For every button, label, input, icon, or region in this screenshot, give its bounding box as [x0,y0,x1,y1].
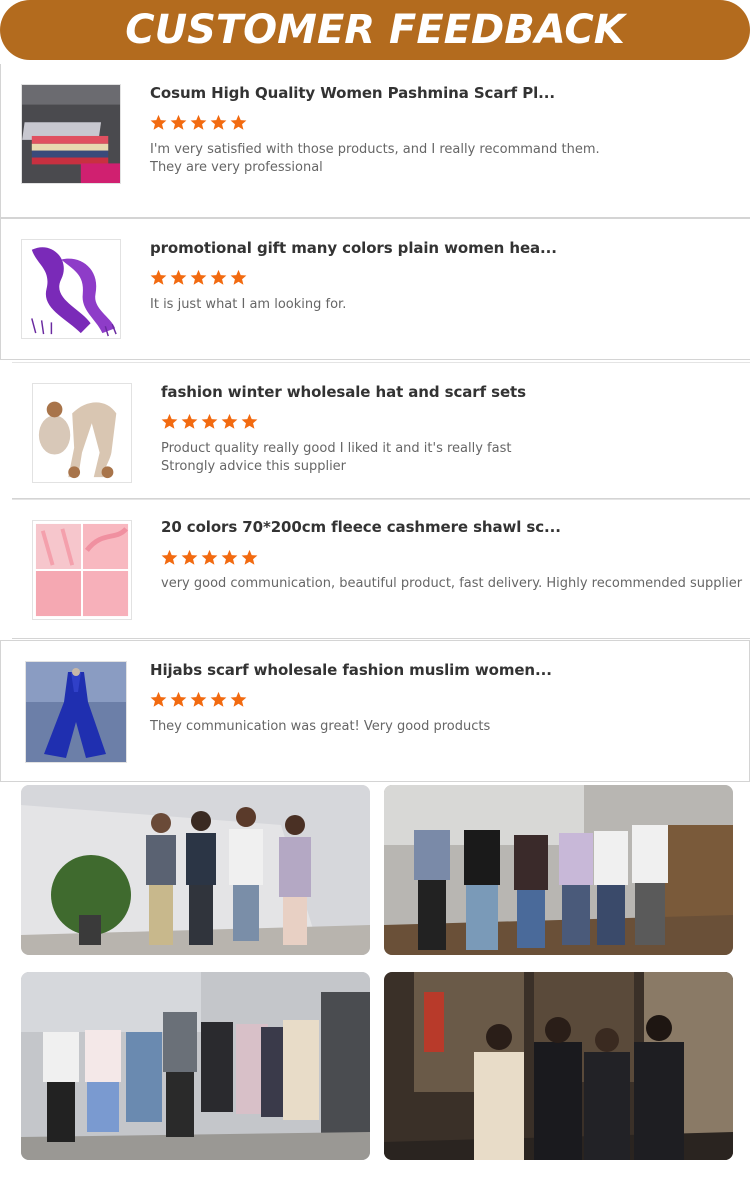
star-rating [150,114,247,131]
star-icon [201,413,218,429]
star-icon [210,114,227,130]
star-rating [150,269,247,286]
star-icon [190,691,207,707]
comment-line: They communication was great! Very good … [150,719,491,734]
star-icon [221,549,238,565]
team-photo-mall-entrance [384,972,733,1160]
star-icon [210,269,227,285]
comment-line: I'm very satisfied with those products, … [150,142,600,157]
star-icon [181,549,198,565]
review-comment: I'm very satisfied with those products, … [150,141,600,177]
hat-scarf-set-image [33,384,131,482]
star-rating [161,549,258,566]
product-thumbnail-purple-scarf[interactable] [21,239,121,339]
star-icon [170,269,187,285]
review-comment: very good communication, beautiful produ… [161,575,742,593]
blue-hijab-image [26,662,126,762]
folded-scarves-image [22,85,120,183]
review-card[interactable]: 20 colors 70*200cm fleece cashmere shawl… [12,499,750,639]
pink-shawl-image [33,521,131,619]
product-title[interactable]: Cosum High Quality Women Pashmina Scarf … [150,84,555,102]
star-icon [150,269,167,285]
team-group-photo [384,972,733,1160]
team-photo-cosum-logo-wall [21,972,370,1160]
team-group-photo [21,785,370,955]
purple-scarf-image [22,240,120,338]
star-icon [221,413,238,429]
team-photo-cosum-lobby [384,785,733,955]
star-icon [161,549,178,565]
star-icon [150,691,167,707]
star-icon [181,413,198,429]
team-group-photo [21,972,370,1160]
product-title[interactable]: fashion winter wholesale hat and scarf s… [161,383,526,401]
star-rating [161,413,258,430]
star-rating [150,691,247,708]
team-group-photo [384,785,733,955]
review-comment: They communication was great! Very good … [150,718,490,736]
star-icon [150,114,167,130]
star-icon [190,269,207,285]
star-icon [170,114,187,130]
star-icon [241,549,258,565]
star-icon [170,691,187,707]
review-comment: Product quality really good I liked it a… [161,440,511,476]
review-card[interactable]: Cosum High Quality Women Pashmina Scarf … [0,64,750,218]
review-card[interactable]: Hijabs scarf wholesale fashion muslim wo… [0,640,750,782]
star-icon [210,691,227,707]
star-icon [241,413,258,429]
review-card[interactable]: fashion winter wholesale hat and scarf s… [12,362,750,499]
star-icon [230,269,247,285]
comment-line: very good communication, beautiful produ… [161,576,743,591]
review-comment: It is just what I am looking for. [150,296,346,314]
product-thumbnail-hat-scarf[interactable] [32,383,132,483]
star-icon [161,413,178,429]
product-title[interactable]: Hijabs scarf wholesale fashion muslim wo… [150,661,552,679]
product-thumbnail-pink-shawl[interactable] [32,520,132,620]
comment-line: Strongly advice this supplier [161,459,347,474]
comment-line: It is just what I am looking for. [150,297,347,312]
feedback-banner: CUSTOMER FEEDBACK [0,0,750,60]
star-icon [230,691,247,707]
star-icon [201,549,218,565]
product-thumbnail-scarves[interactable] [21,84,121,184]
product-title[interactable]: 20 colors 70*200cm fleece cashmere shawl… [161,518,561,536]
product-title[interactable]: promotional gift many colors plain women… [150,239,557,257]
product-thumbnail-blue-hijab[interactable] [25,661,127,763]
comment-line: Product quality really good I liked it a… [161,441,512,456]
star-icon [230,114,247,130]
team-photo-office-wall [21,785,370,955]
banner-title: CUSTOMER FEEDBACK [125,7,625,53]
review-card[interactable]: promotional gift many colors plain women… [0,218,750,360]
star-icon [190,114,207,130]
comment-line: They are very professional [150,160,323,175]
